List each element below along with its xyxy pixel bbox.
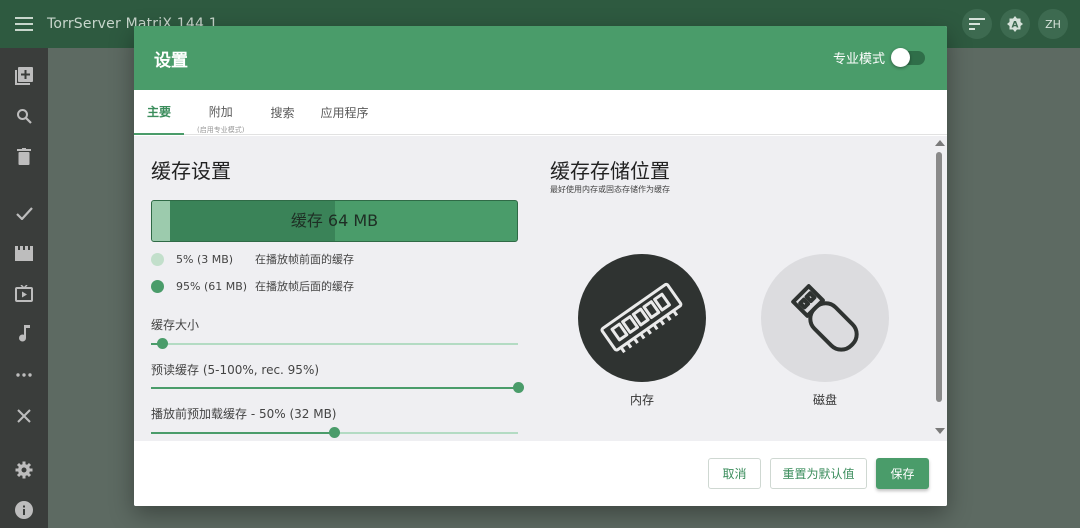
svg-text:A: A: [1012, 21, 1019, 31]
slider-fill: [151, 432, 335, 434]
sidebar-item-add[interactable]: [0, 56, 48, 96]
music-icon: [19, 324, 30, 341]
cache-storage-subtitle: 最好使用内存或固态存储作为缓存: [550, 185, 670, 194]
usb-drive-icon: [791, 284, 859, 352]
settings-tabs: 主要 附加 (启用专业模式) 搜索 应用程序: [134, 90, 947, 135]
readahead-label: 预读缓存 (5-100%, rec. 95%): [151, 363, 320, 377]
pro-mode-toggle[interactable]: [891, 47, 925, 67]
legend-dot-before: [151, 252, 164, 266]
slider-thumb[interactable]: [512, 382, 524, 393]
sidebar-item-info[interactable]: [0, 490, 48, 528]
sort-button[interactable]: [962, 9, 992, 39]
sidebar-item-search[interactable]: [0, 96, 48, 136]
slider-thumb[interactable]: [329, 427, 340, 438]
cancel-button[interactable]: 取消: [708, 458, 761, 489]
cache-storage-title: 缓存存储位置: [550, 159, 670, 183]
dialog-title: 设置: [154, 50, 188, 71]
settings-icon: [15, 461, 33, 479]
cache-settings-title: 缓存设置: [151, 159, 231, 183]
legend-after: 95% (61 MB) 在播放帧后面的缓存: [151, 278, 354, 294]
pro-mode-label: 专业模式: [832, 52, 885, 67]
scroll-down-icon[interactable]: [935, 428, 945, 434]
sidebar: [0, 48, 48, 528]
ram-circle: [578, 254, 706, 382]
cache-size-slider[interactable]: [151, 338, 518, 349]
info-icon: [15, 501, 33, 519]
slider-thumb[interactable]: [156, 338, 168, 349]
profile-button[interactable]: A: [1000, 9, 1030, 39]
tab-main[interactable]: 主要: [134, 90, 185, 135]
sort-icon: [969, 18, 985, 30]
sidebar-item-music[interactable]: [0, 313, 48, 353]
preload-label: 播放前预加载缓存 - 50% (32 MB): [151, 407, 337, 421]
sidebar-item-delete[interactable]: [0, 136, 48, 176]
cache-bar-label: 缓存 64 MB: [290, 211, 379, 230]
toggle-thumb: [891, 47, 910, 67]
scroll-up-icon[interactable]: [935, 140, 945, 146]
legend-before-desc: 在播放帧前面的缓存: [255, 253, 354, 266]
settings-dialog: 设置 专业模式 主要 附加 (启用专业模式) 搜索 应用程序 缓存设置 缓存 6…: [134, 26, 947, 506]
dialog-footer: 取消 重置为默认值 保存: [134, 441, 947, 506]
tab-additional-sub: (启用专业模式): [197, 125, 245, 134]
check-icon: [15, 206, 33, 220]
tv-icon: [15, 284, 33, 302]
save-button[interactable]: 保存: [876, 458, 929, 489]
legend-before: 5% (3 MB) 在播放帧前面的缓存: [151, 251, 354, 267]
storage-ram-label: 内存: [629, 393, 654, 407]
tab-application[interactable]: 应用程序: [308, 90, 382, 135]
sidebar-item-settings[interactable]: [0, 450, 48, 490]
close-icon: [17, 409, 31, 423]
preload-slider[interactable]: [151, 427, 518, 438]
more-icon: [16, 373, 32, 377]
legend-before-value: 5% (3 MB): [176, 252, 234, 266]
tab-additional[interactable]: 附加 (启用专业模式): [184, 96, 257, 141]
ram-icon: [600, 282, 683, 354]
dialog-header: 设置 专业模式: [134, 26, 947, 90]
disk-circle: [761, 254, 889, 382]
reset-defaults-button[interactable]: 重置为默认值: [770, 458, 867, 489]
storage-option-disk[interactable]: 磁盘: [761, 254, 889, 408]
cache-bar: 缓存 64 MB: [151, 200, 518, 242]
a-badge-icon: A: [1007, 16, 1023, 32]
sidebar-item-tv[interactable]: [0, 273, 48, 313]
legend-dot-after: [151, 279, 164, 293]
search-icon: [17, 109, 32, 124]
readahead-slider[interactable]: [151, 382, 524, 393]
legend-after-value: 95% (61 MB): [176, 279, 248, 293]
sidebar-item-completed[interactable]: [0, 193, 48, 233]
menu-button[interactable]: [0, 0, 48, 48]
add-torrent-icon: [15, 67, 33, 85]
storage-disk-label: 磁盘: [812, 393, 837, 407]
tab-main-label: 主要: [147, 105, 172, 119]
content-scrollbar[interactable]: [933, 136, 947, 441]
settings-content: 缓存设置 缓存 64 MB 5% (3 MB) 在播放帧前面的缓存 95% (6…: [134, 136, 947, 441]
tab-application-label: 应用程序: [320, 106, 369, 120]
cache-size-label: 缓存大小: [151, 318, 200, 332]
pro-mode-switch[interactable]: 专业模式: [832, 47, 925, 67]
sidebar-item-more[interactable]: [0, 355, 48, 395]
language-button[interactable]: ZH: [1038, 9, 1068, 39]
legend-after-desc: 在播放帧后面的缓存: [255, 280, 354, 293]
storage-option-ram[interactable]: 内存: [578, 254, 706, 408]
hamburger-icon: [15, 17, 33, 31]
tab-search[interactable]: 搜索: [257, 90, 307, 135]
tab-search-label: 搜索: [270, 106, 295, 120]
tab-additional-label: 附加: [208, 104, 233, 119]
movie-icon: [15, 245, 33, 261]
scroll-thumb[interactable]: [936, 152, 942, 402]
sidebar-item-close[interactable]: [0, 396, 48, 436]
slider-fill: [151, 387, 518, 389]
sidebar-item-movies[interactable]: [0, 233, 48, 273]
delete-icon: [17, 147, 31, 165]
